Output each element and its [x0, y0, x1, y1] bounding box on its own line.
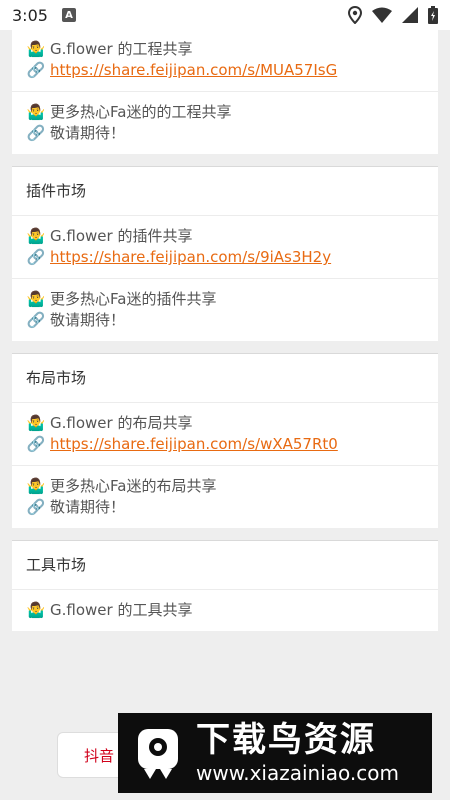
person-shrug-icon: 🤷‍♂️ [26, 103, 46, 121]
list-item[interactable]: 🤷‍♂️ 更多热心Fa迷的布局共享 🔗 敬请期待！ [12, 466, 438, 528]
coming-soon-text: 敬请期待！ [50, 124, 126, 142]
section-projects: 🤷‍♂️ G.flower 的工程共享 🔗 https://share.feij… [12, 30, 438, 154]
market-list[interactable]: 🤷‍♂️ G.flower 的工程共享 🔗 https://share.feij… [12, 30, 438, 662]
person-shrug-icon: 🤷‍♂️ [26, 414, 46, 432]
item-title: G.flower 的布局共享 [50, 414, 193, 432]
item-title: G.flower 的插件共享 [50, 227, 193, 245]
list-item[interactable]: 🤷‍♂️ G.flower 的布局共享 🔗 https://share.feij… [12, 403, 438, 466]
location-icon [348, 6, 362, 24]
section-plugins: 插件市场 🤷‍♂️ G.flower 的插件共享 🔗 https://share… [12, 166, 438, 341]
list-item[interactable]: 🤷‍♂️ 更多热心Fa迷的插件共享 🔗 敬请期待！ [12, 279, 438, 341]
section-title: 工具市场 [12, 541, 438, 590]
battery-icon [428, 6, 438, 24]
item-title: 更多热心Fa迷的的工程共享 [50, 103, 232, 121]
link-icon: 🔗 [26, 248, 46, 266]
link-icon: 🔗 [26, 311, 46, 329]
list-item[interactable]: 🤷‍♂️ G.flower 的插件共享 🔗 https://share.feij… [12, 216, 438, 279]
link-icon: 🔗 [26, 61, 46, 79]
share-link[interactable]: https://share.feijipan.com/s/MUA57IsG [50, 60, 337, 81]
list-item[interactable]: 🤷‍♂️ G.flower 的工程共享 🔗 https://share.feij… [12, 30, 438, 92]
link-icon: 🔗 [26, 435, 46, 453]
bird-logo-icon [132, 723, 184, 783]
wifi-icon [372, 7, 392, 23]
signal-icon [402, 7, 418, 23]
list-item[interactable]: 🤷‍♂️ 更多热心Fa迷的的工程共享 🔗 敬请期待！ [12, 92, 438, 154]
section-layouts: 布局市场 🤷‍♂️ G.flower 的布局共享 🔗 https://share… [12, 353, 438, 528]
douyin-label: 抖音 [84, 746, 115, 765]
status-time: 3:05 [12, 5, 48, 25]
person-shrug-icon: 🤷‍♂️ [26, 601, 46, 619]
watermark-url: www.xiazainiao.com [196, 761, 399, 785]
status-icons [348, 6, 438, 24]
section-title: 插件市场 [12, 167, 438, 216]
person-shrug-icon: 🤷‍♂️ [26, 227, 46, 245]
share-link[interactable]: https://share.feijipan.com/s/9iAs3H2y [50, 247, 331, 268]
link-icon: 🔗 [26, 498, 46, 516]
item-title: G.flower 的工程共享 [50, 40, 193, 58]
section-title: 布局市场 [12, 354, 438, 403]
person-shrug-icon: 🤷‍♂️ [26, 40, 46, 58]
coming-soon-text: 敬请期待！ [50, 311, 126, 329]
item-title: 更多热心Fa迷的布局共享 [50, 477, 217, 495]
item-title: G.flower 的工具共享 [50, 601, 193, 619]
link-icon: 🔗 [26, 124, 46, 142]
person-shrug-icon: 🤷‍♂️ [26, 290, 46, 308]
person-shrug-icon: 🤷‍♂️ [26, 477, 46, 495]
section-tools: 工具市场 🤷‍♂️ G.flower 的工具共享 [12, 540, 438, 631]
share-link[interactable]: https://share.feijipan.com/s/wXA57Rt0 [50, 434, 338, 455]
list-item[interactable]: 🤷‍♂️ G.flower 的工具共享 [12, 590, 438, 631]
watermark-banner: 下载鸟资源 www.xiazainiao.com [118, 713, 432, 793]
coming-soon-text: 敬请期待！ [50, 498, 126, 516]
item-title: 更多热心Fa迷的插件共享 [50, 290, 217, 308]
status-bar: 3:05 A [0, 0, 450, 30]
watermark-title: 下载鸟资源 [196, 720, 376, 760]
notification-a-icon: A [61, 8, 76, 22]
bottom-bar: 抖音 下载鸟资源 www.xiazainiao.com [0, 662, 450, 800]
